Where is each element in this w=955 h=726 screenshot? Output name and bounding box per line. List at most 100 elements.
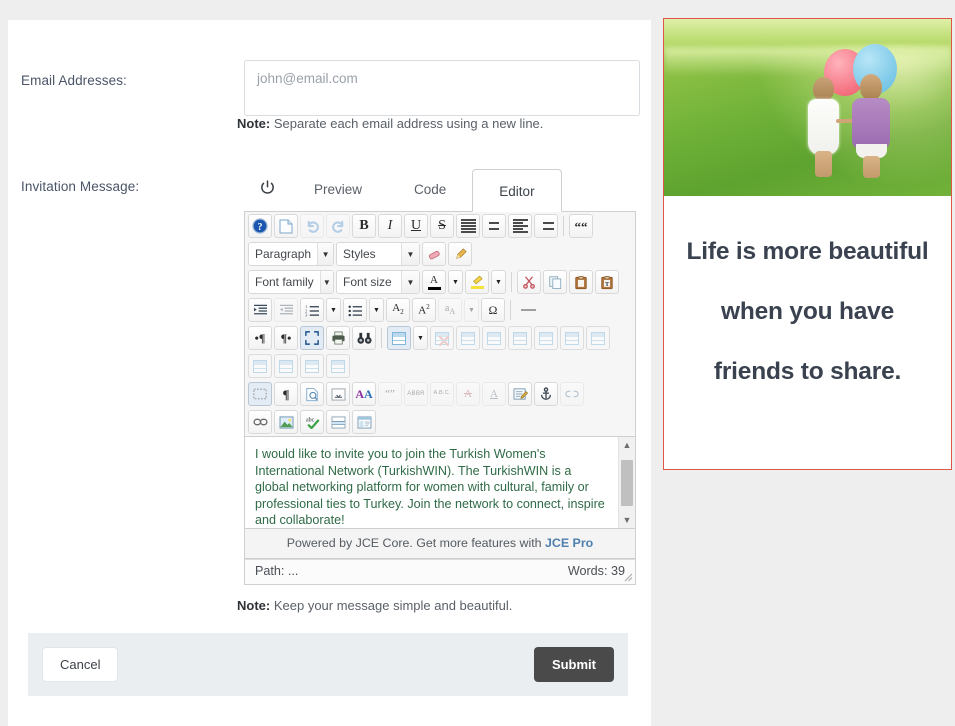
email-addresses-input[interactable] (244, 60, 640, 116)
insert-text-icon[interactable]: A (482, 382, 506, 406)
help-icon[interactable]: ? (248, 214, 272, 238)
article-icon[interactable]: AA (352, 382, 376, 406)
insert-column-after-icon[interactable] (248, 354, 272, 378)
delete-text-icon[interactable]: A (456, 382, 480, 406)
bullet-list-chevron-down-icon[interactable]: ▼ (369, 298, 384, 322)
search-replace-icon[interactable] (352, 326, 376, 350)
toolbar-separator (510, 300, 511, 320)
paste-icon[interactable] (569, 270, 593, 294)
subscript-icon[interactable]: A2 (386, 298, 410, 322)
tab-preview[interactable]: Preview (288, 168, 388, 211)
insert-row-before-icon[interactable] (508, 326, 532, 350)
visual-characters-icon[interactable]: ¶ (274, 382, 298, 406)
toolbar-row-8: abc (245, 408, 635, 436)
editor-content-text[interactable]: I would like to invite you to join the T… (245, 437, 618, 528)
copy-icon[interactable] (543, 270, 567, 294)
undo-icon[interactable] (300, 214, 324, 238)
align-right-icon[interactable] (534, 214, 558, 238)
cut-icon[interactable] (517, 270, 541, 294)
new-document-icon[interactable] (274, 214, 298, 238)
link-icon[interactable] (248, 410, 272, 434)
styles-select[interactable]: Styles ▼ (336, 242, 420, 266)
article-settings-icon[interactable] (508, 382, 532, 406)
insert-table-icon[interactable] (387, 326, 411, 350)
scrollbar-thumb[interactable] (621, 459, 633, 506)
merge-cells-icon[interactable] (300, 354, 324, 378)
italic-icon[interactable]: I (378, 214, 402, 238)
horizontal-rule-icon[interactable] (516, 298, 540, 322)
two-girls-with-balloons-photo (664, 19, 951, 196)
spellcheck-chevron-down-icon[interactable]: ▼ (464, 298, 479, 322)
outdent-icon[interactable] (274, 298, 298, 322)
editor-scrollbar[interactable]: ▲ ▼ (618, 437, 635, 528)
cleanup-broom-icon[interactable] (448, 242, 472, 266)
text-color-chevron-down-icon[interactable]: ▼ (448, 270, 463, 294)
bold-icon[interactable]: B (352, 214, 376, 238)
blockquote-icon[interactable]: ““ (569, 214, 593, 238)
eraser-icon[interactable] (422, 242, 446, 266)
insert-row-after-icon[interactable] (534, 326, 558, 350)
anchor-icon[interactable] (534, 382, 558, 406)
insert-column-before-icon[interactable] (586, 326, 610, 350)
align-center-icon[interactable] (482, 214, 506, 238)
toolbar-separator (563, 216, 564, 236)
font-family-select[interactable]: Font family ▼ (248, 270, 334, 294)
align-justify-icon[interactable] (456, 214, 480, 238)
spellcheck-language-icon[interactable]: aA (438, 298, 462, 322)
template-icon[interactable] (352, 410, 376, 434)
align-left-icon[interactable] (508, 214, 532, 238)
print-icon[interactable] (326, 326, 350, 350)
bullet-list-icon[interactable] (343, 298, 367, 322)
toolbar-row-6 (245, 352, 635, 380)
spellchecker-icon[interactable]: abc (300, 410, 324, 434)
underline-icon[interactable]: U (404, 214, 428, 238)
highlight-color-icon[interactable] (465, 270, 489, 294)
abbreviation-icon[interactable]: ABBR (404, 382, 428, 406)
jce-pro-link[interactable]: JCE Pro (545, 536, 593, 550)
numbered-list-icon[interactable]: 1 2 3 (300, 298, 324, 322)
redo-icon[interactable] (326, 214, 350, 238)
girl-in-purple-dress (850, 74, 894, 184)
cancel-button[interactable]: Cancel (42, 647, 119, 682)
ltr-icon[interactable]: •¶ (248, 326, 272, 350)
highlight-color-chevron-down-icon[interactable]: ▼ (491, 270, 506, 294)
acronym-icon[interactable]: A.B.C. (430, 382, 454, 406)
preview-page-icon[interactable] (300, 382, 324, 406)
editor-content-area[interactable]: I would like to invite you to join the T… (244, 437, 636, 529)
form-footer: Cancel Submit (28, 633, 628, 696)
numbered-list-chevron-down-icon[interactable]: ▼ (326, 298, 341, 322)
text-color-icon[interactable]: A (422, 270, 446, 294)
image-icon[interactable] (274, 410, 298, 434)
table-cell-properties-icon[interactable] (482, 326, 506, 350)
delete-column-icon[interactable] (274, 354, 298, 378)
scroll-down-icon[interactable]: ▼ (623, 515, 632, 525)
paste-as-text-icon[interactable]: T (595, 270, 619, 294)
message-note: Note: Keep your message simple and beaut… (237, 598, 512, 613)
rtl-icon[interactable]: ¶• (274, 326, 298, 350)
delete-row-icon[interactable] (560, 326, 584, 350)
editor-path-value: ... (287, 564, 299, 578)
fullscreen-icon[interactable] (300, 326, 324, 350)
split-cells-icon[interactable] (326, 354, 350, 378)
strikethrough-icon[interactable]: S (430, 214, 454, 238)
tab-code[interactable]: Code (388, 168, 472, 211)
font-size-select[interactable]: Font size ▼ (336, 270, 420, 294)
delete-table-icon[interactable] (430, 326, 454, 350)
tab-editor[interactable]: Editor (472, 168, 562, 212)
submit-button[interactable]: Submit (533, 647, 614, 682)
superscript-icon[interactable]: A2 (412, 298, 436, 322)
resize-grip-icon[interactable] (621, 570, 633, 582)
table-row-properties-icon[interactable] (456, 326, 480, 350)
visual-aid-icon[interactable] (248, 382, 272, 406)
quotes-icon[interactable]: “” (378, 382, 402, 406)
page-break-icon[interactable] (326, 382, 350, 406)
indent-icon[interactable] (248, 298, 272, 322)
paragraph-select[interactable]: Paragraph ▼ (248, 242, 334, 266)
special-character-icon[interactable]: Ω (481, 298, 505, 322)
readmore-icon[interactable] (326, 410, 350, 434)
toolbar-separator (381, 328, 382, 348)
scroll-up-icon[interactable]: ▲ (623, 440, 632, 450)
unlink-icon[interactable] (560, 382, 584, 406)
power-icon[interactable] (254, 175, 280, 201)
table-chevron-down-icon[interactable]: ▼ (413, 326, 428, 350)
